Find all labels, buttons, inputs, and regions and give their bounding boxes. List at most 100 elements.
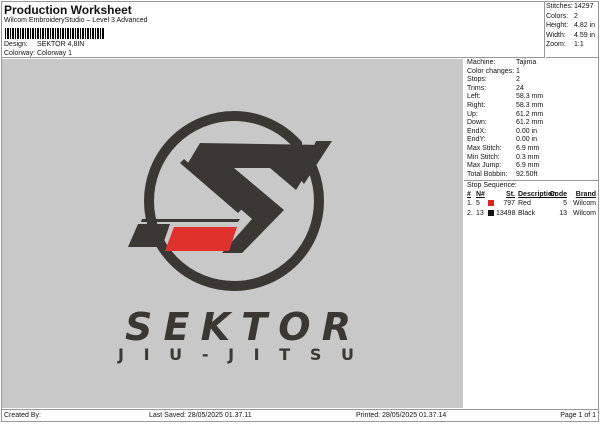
color-code: 5 [563, 200, 567, 208]
stat-row: Colors: 2 [546, 12, 598, 22]
design-preview: SEKTOR JIU-JITSU [2, 59, 463, 408]
software-name: Wilcom EmbroideryStudio – Level 3 Advanc… [4, 17, 148, 24]
info-label: Up: [467, 110, 478, 118]
stat-label: Zoom: [546, 41, 566, 48]
barcode [5, 28, 105, 39]
info-value: Tajima [516, 59, 537, 66]
stat-row: Height: 4.82 in [546, 21, 598, 31]
info-label: Trims: [467, 84, 487, 92]
logo-subtext: JIU-JITSU [117, 345, 354, 364]
stat-row: Stitches: 14297 [546, 2, 598, 12]
col-needle: N# [476, 191, 485, 199]
machine-info-row: Up: 61.2 mm [464, 111, 599, 120]
stat-value: 2 [574, 12, 578, 20]
footer: Created By: Last Saved: 28/05/2025 01.37… [1, 409, 599, 422]
logo-stripe [141, 219, 240, 222]
machine-info-row: EndX: 0.00 in [464, 128, 599, 137]
stat-label: Width: [546, 31, 566, 39]
info-label: Max Jump: [467, 162, 502, 170]
color-description: Black [518, 210, 536, 218]
worksheet-header: Production Worksheet Wilcom EmbroiderySt… [1, 1, 545, 58]
info-label: Min Stitch: [467, 153, 500, 161]
info-value: 92.50ft [516, 170, 538, 178]
col-stitches: St. [506, 191, 515, 199]
machine-info-row: Machine: Tajima [464, 59, 599, 68]
info-value: 61.2 mm [516, 119, 544, 127]
logo-bar-red [165, 227, 237, 251]
stats-box: Stitches: 14297 Colors: 2 Height: 4.82 in W… [546, 2, 598, 58]
machine-info-row: Right: 58.3 mm [464, 102, 599, 111]
design-row: Design: SEKTOR 4,8IN [4, 41, 84, 48]
info-label: Color changes: [467, 67, 515, 75]
info-label: Machine: [467, 59, 496, 66]
stop-row: 1. 5 797 Red 5 Wilcom [467, 199, 599, 209]
stop-row: 2. 13 13498 Black 13 Wilcom [467, 209, 599, 219]
col-brand: Brand [575, 191, 596, 199]
design-label: Design: [4, 41, 28, 48]
stat-value: 4.82 in [574, 22, 596, 29]
info-value: 6.9 mm [516, 162, 540, 170]
needle-num: 5 [476, 200, 480, 208]
machine-info-row: Max Jump: 6.9 mm [464, 162, 599, 171]
page-title: Production Worksheet [4, 3, 132, 17]
machine-info-row: Trims: 24 [464, 85, 599, 94]
stat-value: 14297 [574, 3, 594, 10]
thread-brand: Wilcom [573, 210, 596, 218]
info-value: 1 [516, 67, 520, 75]
color-code: 13 [559, 210, 567, 218]
printed-date: Printed: 28/05/2025 01.37.14 [356, 412, 447, 419]
stop-num: 1. [467, 200, 473, 208]
last-saved: Last Saved: 28/05/2025 01.37.11 [149, 412, 252, 419]
colorway-label: Colorway: [4, 50, 36, 57]
info-label: Down: [467, 119, 487, 127]
info-value: 2 [516, 76, 520, 84]
info-value: 58.3 mm [516, 101, 544, 109]
stop-sequence-header: # N# St. Description Code Brand [467, 190, 599, 199]
stat-label: Height: [546, 22, 569, 29]
machine-info-row: Total Bobbin: 92.50ft [464, 171, 599, 180]
machine-info-row: EndY: 0.00 in [464, 136, 599, 145]
stat-label: Stitches: [546, 3, 573, 10]
page-number: Page 1 of 1 [560, 412, 596, 419]
color-swatch [488, 210, 494, 217]
stat-value: 4.59 in [574, 31, 596, 39]
info-label: EndY: [467, 136, 486, 144]
info-value: 0.00 in [516, 136, 538, 144]
machine-info-row: Color changes: 1 [464, 68, 599, 77]
stitch-count: 797 [503, 200, 515, 208]
stop-sequence: Stop Sequence: # N# St. Description Code… [464, 180, 599, 219]
info-label: Left: [467, 93, 481, 101]
color-swatch [488, 200, 494, 207]
col-num: # [467, 191, 471, 199]
machine-info-row: Left: 58.3 mm [464, 93, 599, 102]
col-code: Code [549, 191, 568, 199]
info-value: 0.3 mm [516, 153, 540, 161]
stop-num: 2. [467, 210, 473, 218]
machine-info-row: Stops: 2 [464, 76, 599, 85]
stat-value: 1:1 [574, 41, 584, 48]
info-label: Total Bobbin: [467, 170, 508, 178]
info-label: Right: [467, 101, 486, 109]
stitch-count: 13498 [496, 210, 516, 218]
logo-text: SEKTOR [125, 305, 351, 349]
machine-info-panel: Machine: Tajima Color changes: 1 Stops: 2 Trim… [464, 59, 599, 219]
info-label: Stops: [467, 76, 487, 84]
design-value: SEKTOR 4,8IN [37, 41, 85, 48]
info-label: EndX: [467, 127, 487, 135]
info-value: 61.2 mm [516, 110, 544, 118]
stat-label: Colors: [546, 12, 569, 20]
info-value: 58.3 mm [516, 93, 544, 101]
stat-row: Width: 4.59 in [546, 31, 598, 41]
colorway-row: Colorway: Colorway 1 [4, 50, 72, 57]
info-value: 0.00 in [516, 127, 538, 135]
embroidery-logo: SEKTOR JIU-JITSU [117, 111, 354, 364]
info-label: Max Stitch: [467, 144, 502, 152]
col-description: Description [518, 191, 557, 199]
needle-num: 13 [476, 210, 484, 218]
info-value: 6.9 mm [516, 144, 540, 152]
stat-row: Zoom: 1:1 [546, 40, 598, 50]
colorway-value: Colorway 1 [37, 50, 73, 57]
stop-sequence-title: Stop Sequence: [467, 182, 517, 190]
machine-info-row: Min Stitch: 0.3 mm [464, 154, 599, 163]
info-value: 24 [516, 84, 524, 92]
